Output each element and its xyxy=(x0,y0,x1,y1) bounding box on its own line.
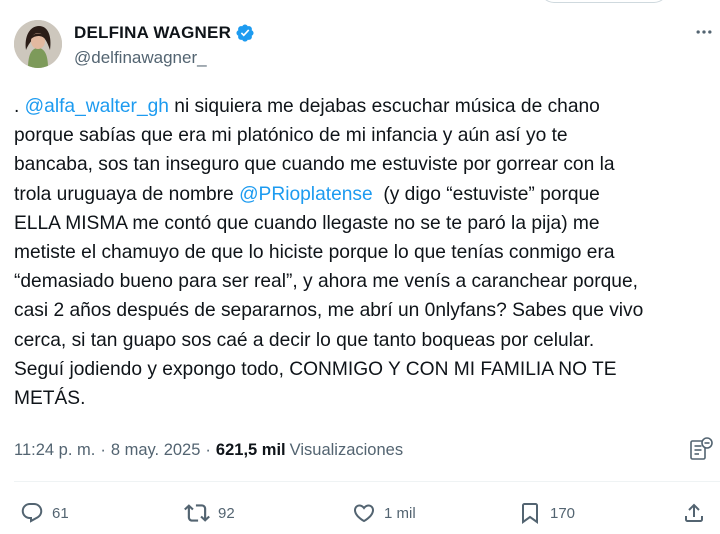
bookmark-count: 170 xyxy=(550,504,576,522)
bookmark-icon xyxy=(522,503,538,524)
tweet-text: . @alfa_walter_gh ni siquiera me dejabas… xyxy=(14,92,714,413)
tweet-line: bancaba, sos tan inseguro que cuando me … xyxy=(14,150,714,179)
author-handle[interactable]: @delfinawagner_ xyxy=(74,48,207,68)
views-count: 621,5 mil xyxy=(215,440,286,459)
tweet-date[interactable]: 8 may. 2025 xyxy=(111,441,201,460)
tweet-text-segment: bancaba, sos tan inseguro que cuando me … xyxy=(14,154,615,176)
tweet-text-segment: ELLA MISMA me contó que cuando llegaste … xyxy=(14,212,600,234)
tweet-line: METÁS. xyxy=(14,384,714,413)
bookmark-button[interactable]: 170 xyxy=(518,500,575,526)
repost-button[interactable]: 92 xyxy=(184,500,235,526)
tweet-text-segment: Seguí jodiendo y expongo todo, CONMIGO Y… xyxy=(14,358,617,380)
tweet-text-segment: trola uruguaya de nombre xyxy=(14,183,240,205)
analytics-button[interactable] xyxy=(688,436,714,462)
tweet-line: . @alfa_walter_gh ni siquiera me dejabas… xyxy=(14,92,714,121)
meta-separator: · xyxy=(100,440,106,459)
display-name[interactable]: DELFINA WAGNER xyxy=(74,23,231,43)
tweet-meta: 11:24 p. m. · 8 may. 2025 · 621,5 mil Vi… xyxy=(14,438,403,462)
analytics-icon xyxy=(690,437,713,460)
reply-count: 61 xyxy=(52,504,69,522)
author-name-row[interactable]: DELFINA WAGNER xyxy=(74,22,255,44)
divider xyxy=(14,481,720,482)
mention-link[interactable]: @PRioplatense xyxy=(239,184,373,205)
tweet-text-segment: “demasiado bueno para ser real”, y ahora… xyxy=(14,271,638,293)
avatar-image xyxy=(14,20,62,68)
tweet-line: porque sabías que era mi platónico de mi… xyxy=(14,121,714,150)
verified-badge-icon xyxy=(236,24,254,42)
tweet-line: casi 2 años después de separarnos, me ab… xyxy=(14,296,714,325)
tweet-time[interactable]: 11:24 p. m. xyxy=(14,441,95,460)
tweet-text-segment: casi 2 años después de separarnos, me ab… xyxy=(14,300,644,322)
more-options-icon xyxy=(696,30,712,34)
more-options-button[interactable] xyxy=(690,20,718,44)
views-label: Visualizaciones xyxy=(289,440,404,459)
top-button-fragment[interactable] xyxy=(540,0,668,3)
tweet-line: “demasiado bueno para ser real”, y ahora… xyxy=(14,267,714,296)
tweet-text-segment: cerca, si tan guapo sos caé a decir lo q… xyxy=(14,329,595,351)
tweet-text-segment: porque sabías que era mi platónico de mi… xyxy=(14,125,568,147)
meta-separator: · xyxy=(205,440,211,459)
tweet-text-segment: ni siquiera me dejabas escuchar música d… xyxy=(168,96,600,117)
reply-icon xyxy=(21,503,43,523)
repost-count: 92 xyxy=(218,504,235,522)
like-count: 1 mil xyxy=(384,504,416,522)
like-icon xyxy=(353,504,375,523)
mention-link[interactable]: @alfa_walter_gh xyxy=(25,96,169,117)
avatar[interactable] xyxy=(14,20,62,68)
tweet-line: cerca, si tan guapo sos caé a decir lo q… xyxy=(14,326,714,355)
tweet-line: ELLA MISMA me contó que cuando llegaste … xyxy=(14,209,714,238)
repost-icon xyxy=(184,504,210,522)
reply-button[interactable]: 61 xyxy=(20,500,69,526)
share-button[interactable] xyxy=(682,500,706,526)
tweet-text-segment: metiste el chamuyo de que lo hiciste por… xyxy=(14,242,615,264)
like-button[interactable]: 1 mil xyxy=(352,500,416,526)
tweet-text-segment: (y digo “estuviste” porque xyxy=(372,183,600,205)
tweet-text-segment: . xyxy=(14,96,25,117)
tweet-line: metiste el chamuyo de que lo hiciste por… xyxy=(14,238,714,267)
tweet-line: trola uruguaya de nombre @PRioplatense (… xyxy=(14,180,714,209)
share-icon xyxy=(685,503,703,522)
tweet-line: Seguí jodiendo y expongo todo, CONMIGO Y… xyxy=(14,355,714,384)
tweet-text-segment: METÁS. xyxy=(14,388,86,410)
